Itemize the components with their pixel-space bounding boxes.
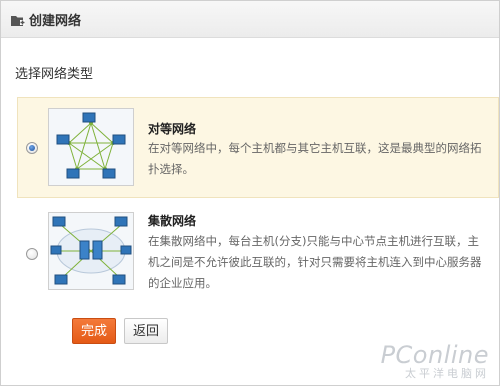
option-hub-network[interactable]: 集散网络 在集散网络中，每台主机(分支)只能与中心节点主机进行互联，主 机之间是… — [17, 203, 499, 301]
hub-desc-line: 的企业应用。 — [148, 276, 217, 290]
hub-network-description: 在集散网络中，每台主机(分支)只能与中心节点主机进行互联，主 机之间是不允许彼此… — [148, 231, 499, 294]
back-button[interactable]: 返回 — [124, 318, 168, 344]
peer-desc-line: 在对等网络中，每个主机都与其它主机互联，这是最典型的网络拓 — [148, 141, 482, 155]
hub-network-title: 集散网络 — [148, 214, 197, 228]
hub-desc-line: 在集散网络中，每台主机(分支)只能与中心节点主机进行互联，主 — [148, 234, 479, 248]
hub-network-diagram — [48, 212, 134, 290]
watermark-logo: PConline 太平洋电脑网 — [381, 341, 489, 381]
peer-desc-line: 扑选择。 — [148, 162, 194, 176]
option-peer-network[interactable]: 对等网络 在对等网络中，每个主机都与其它主机互联，这是最典型的网络拓 扑选择。 — [17, 97, 499, 198]
peer-network-description: 在对等网络中，每个主机都与其它主机互联，这是最典型的网络拓 扑选择。 — [148, 138, 499, 180]
peer-network-title: 对等网络 — [148, 122, 197, 136]
create-network-dialog: 创建网络 选择网络类型 对等网络 在对等网络中，每个主机都与其它主机互联，这是最… — [0, 0, 500, 386]
peer-network-diagram — [48, 108, 134, 186]
folder-add-icon — [11, 12, 25, 26]
network-type-prompt: 选择网络类型 — [15, 67, 94, 82]
hub-desc-line: 机之间是不允许彼此互联的，针对只需要将主机连入到中心服务器 — [148, 255, 482, 269]
radio-hub-network[interactable] — [26, 248, 38, 260]
finish-button[interactable]: 完成 — [72, 318, 116, 344]
dialog-titlebar: 创建网络 — [1, 1, 499, 38]
radio-peer-network[interactable] — [26, 142, 38, 154]
dialog-title: 创建网络 — [29, 14, 82, 29]
